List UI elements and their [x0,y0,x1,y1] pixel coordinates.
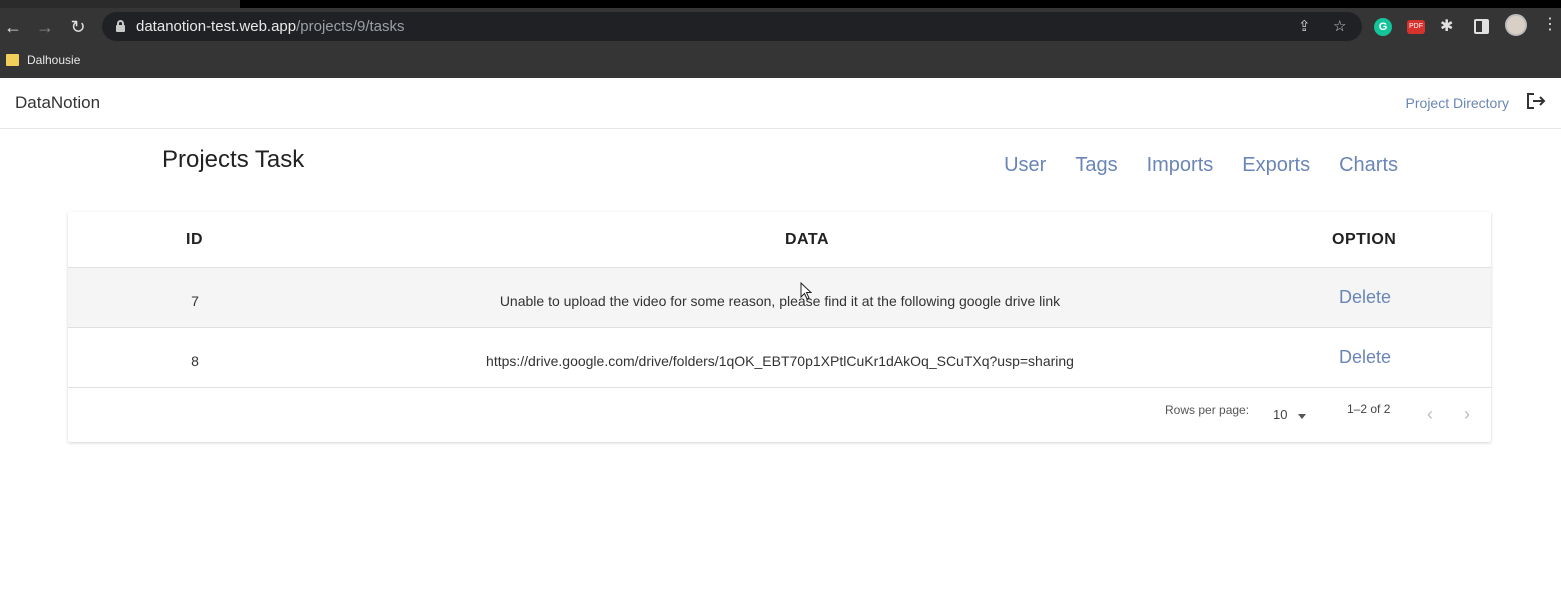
bookmark-item[interactable]: Dalhousie [6,52,80,68]
tab-charts[interactable]: Charts [1339,154,1398,177]
tasks-table: ID DATA OPTION 7 Unable to upload the vi… [68,212,1491,442]
previous-page-icon[interactable]: ‹ [1427,404,1433,424]
project-tabs: User Tags Imports Exports Charts [1004,154,1398,177]
mouse-cursor-icon [800,282,812,300]
rows-per-page-label: Rows per page: [1165,403,1250,417]
delete-button[interactable]: Delete [1325,287,1405,308]
browser-toolbar: ← → ↻ datanotion-test.web.app/projects/9… [0,8,1561,78]
tab-strip [0,0,240,8]
column-header-option[interactable]: OPTION [1332,231,1396,249]
profile-avatar[interactable] [1505,14,1527,36]
star-icon[interactable]: ☆ [1333,19,1346,35]
address-bar[interactable]: datanotion-test.web.app/projects/9/tasks… [102,12,1362,41]
delete-button[interactable]: Delete [1325,347,1405,368]
rows-per-page-select[interactable]: 10 [1273,407,1287,422]
kebab-menu-icon[interactable]: ⋮ [1542,16,1558,34]
table-row[interactable]: 7 Unable to upload the video for some re… [68,268,1491,328]
column-header-id[interactable]: ID [186,231,203,249]
tab-exports[interactable]: Exports [1242,154,1310,177]
url-text[interactable]: datanotion-test.web.app/projects/9/tasks [136,18,405,35]
url-path: /projects/9/tasks [296,18,405,35]
side-panel-icon[interactable] [1474,19,1489,34]
grammarly-icon[interactable]: G [1374,18,1392,36]
share-icon[interactable]: ⇪ [1298,19,1311,35]
back-icon[interactable]: ← [1,16,25,38]
tab-tags[interactable]: Tags [1075,154,1117,177]
logout-icon[interactable] [1526,92,1546,110]
caret-down-icon[interactable] [1298,414,1306,419]
extensions-icon[interactable]: ✱ [1440,16,1458,35]
lock-icon [116,20,125,32]
table-row[interactable]: 8 https://drive.google.com/drive/folders… [68,328,1491,388]
table-pagination: Rows per page: 10 1–2 of 2 ‹ › [68,388,1491,442]
project-directory-link[interactable]: Project Directory [1406,95,1509,111]
tab-user[interactable]: User [1004,154,1046,177]
app-header: DataNotion Project Directory [0,78,1561,129]
folder-icon [6,54,19,66]
pdf-extension-icon[interactable]: PDF [1407,20,1425,34]
brand-logo[interactable]: DataNotion [15,93,100,113]
row-data: https://drive.google.com/drive/folders/1… [486,353,1074,369]
table-header: ID DATA OPTION [68,212,1491,268]
bookmark-label: Dalhousie [27,53,81,67]
pagination-range: 1–2 of 2 [1347,402,1391,416]
url-domain: datanotion-test.web.app [136,18,297,35]
reload-icon[interactable]: ↻ [66,16,90,38]
tab-imports[interactable]: Imports [1147,154,1214,177]
row-data: Unable to upload the video for some reas… [499,293,1061,309]
next-page-icon[interactable]: › [1464,404,1470,424]
forward-icon[interactable]: → [33,16,57,38]
page-title: Projects Task [162,146,305,173]
column-header-data[interactable]: DATA [785,231,829,249]
